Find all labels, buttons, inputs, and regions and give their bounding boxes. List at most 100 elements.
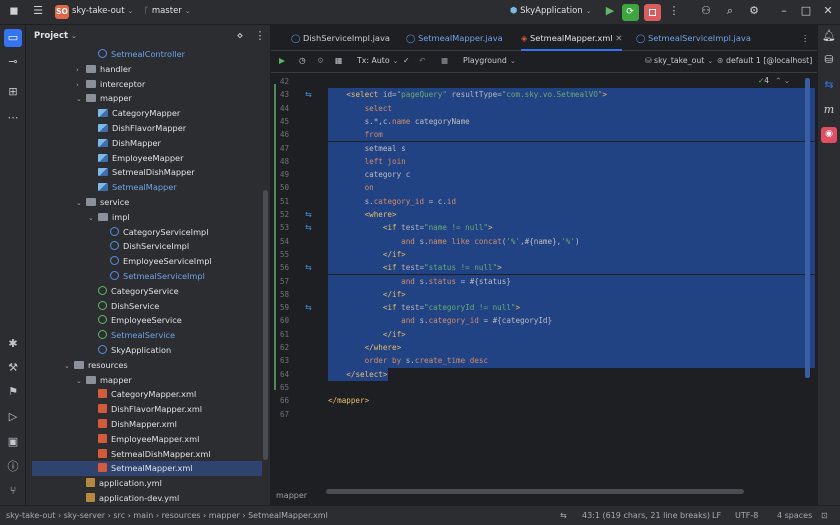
mybatis-gutter-icon[interactable]: ⇆ — [305, 263, 312, 272]
datasource-selector[interactable]: ⛁ sky_take_out ⌄ — [645, 56, 713, 65]
tree-file[interactable]: SetmealMapper — [32, 180, 262, 195]
minimize-icon[interactable]: – — [776, 4, 792, 20]
tree-folder[interactable]: ⌄ mapper — [32, 373, 262, 388]
add-user-icon[interactable]: ⚇ — [698, 4, 714, 20]
tree-file[interactable]: DishServiceImpl — [32, 239, 262, 254]
editor-tab[interactable]: ◯ DishServiceImpl.java — [291, 25, 390, 51]
mybatis-gutter-icon[interactable]: ⇆ — [305, 210, 312, 219]
path-segment[interactable]: sky-take-out — [6, 511, 55, 520]
expand-arrow-icon[interactable]: ⌄ — [88, 211, 98, 226]
editor-scrollbar[interactable] — [805, 78, 810, 378]
tree-file[interactable]: SetmealDishMapper.xml — [32, 447, 262, 462]
commit-icon[interactable]: ✓ — [403, 56, 410, 65]
tree-scrollbar[interactable] — [263, 190, 268, 460]
git-tool-icon[interactable]: ⑂ — [4, 482, 22, 500]
expand-arrow-icon[interactable]: ⌄ — [64, 359, 74, 374]
run-config-selector[interactable]: ⬢ SkyApplication ⌄ — [510, 6, 592, 16]
lock-icon[interactable]: ⊡ — [821, 511, 828, 520]
tree-file[interactable]: DishFlavorMapper.xml — [32, 402, 262, 417]
terminal-tool-icon[interactable]: ▣ — [4, 433, 22, 451]
expand-arrow-icon[interactable]: ⌄ — [76, 196, 86, 211]
tree-folder[interactable]: › interceptor — [32, 77, 262, 92]
problems-tool-icon[interactable]: ⓘ — [4, 458, 22, 476]
indent-setting[interactable]: 4 spaces — [777, 511, 812, 520]
more-actions-icon[interactable]: ⋮ — [666, 4, 682, 20]
code-area[interactable]: <select id="pageQuery" resultType="com.s… — [328, 73, 817, 493]
expand-arrow-icon[interactable]: › — [76, 63, 86, 78]
search-icon[interactable]: ⌕ — [722, 4, 738, 20]
tree-file[interactable]: DishFlavorMapper — [32, 121, 262, 136]
run-icon[interactable]: ▶ — [602, 4, 618, 20]
structure-tool-icon[interactable]: ⊞ — [4, 83, 22, 101]
tree-file[interactable]: EmployeeServiceImpl — [32, 254, 262, 269]
caret-position[interactable]: 43:1 (619 chars, 21 line breaks) — [582, 511, 710, 520]
expand-arrow-icon[interactable]: ⌄ — [76, 92, 86, 107]
tree-file[interactable]: application-dev.yml — [32, 491, 262, 506]
tree-file[interactable]: SetmealServiceImpl — [32, 269, 262, 284]
path-segment[interactable]: resources — [162, 511, 201, 520]
line-separator[interactable]: LF — [712, 511, 721, 520]
tree-file[interactable]: CategoryMapper — [32, 106, 262, 121]
settings-gear-icon[interactable]: ⚙ — [746, 4, 762, 20]
path-segment[interactable]: mapper — [209, 511, 240, 520]
mybatis-gutter-icon[interactable]: ⇆ — [305, 223, 312, 232]
project-panel-title[interactable]: Project ⌄ — [34, 31, 77, 41]
stop-query-icon[interactable]: ■ — [441, 56, 448, 65]
horizontal-scrollbar[interactable] — [326, 489, 744, 494]
editor-breadcrumb[interactable]: mapper — [276, 491, 307, 500]
branch-switcher[interactable]: ᚴ master ⌄ — [144, 6, 191, 16]
more-tools-icon[interactable]: ⋯ — [4, 109, 22, 127]
tree-file[interactable]: DishService — [32, 299, 262, 314]
close-tab-icon[interactable]: ✕ — [613, 33, 622, 43]
file-encoding[interactable]: UTF-8 — [735, 511, 758, 520]
tree-folder[interactable]: ⌄ impl — [32, 210, 262, 225]
expand-arrow-icon[interactable]: ⌄ — [76, 374, 86, 389]
notifications-icon[interactable]: 🔔︎ — [821, 29, 837, 45]
execute-icon[interactable]: ▶ — [279, 56, 285, 65]
maximize-icon[interactable]: □ — [798, 4, 814, 20]
maven-icon[interactable]: m — [821, 103, 837, 119]
tree-file[interactable]: DishMapper — [32, 136, 262, 151]
plugin-icon[interactable]: ◉ — [821, 127, 837, 143]
path-segment[interactable]: main — [133, 511, 153, 520]
playground-selector[interactable]: Playground ⌄ — [463, 56, 516, 65]
table-icon[interactable]: ▦ — [335, 56, 342, 65]
tree-file[interactable]: CategoryService — [32, 284, 262, 299]
path-segment[interactable]: sky-server — [64, 511, 105, 520]
tree-file[interactable]: CategoryServiceImpl — [32, 225, 262, 240]
tree-file[interactable]: EmployeeMapper.xml — [32, 432, 262, 447]
project-badge[interactable]: SO — [55, 5, 69, 19]
settings-icon[interactable]: ⚙ — [317, 56, 324, 65]
panel-options-icon[interactable]: ⋮ — [252, 29, 268, 45]
close-icon[interactable]: ✕ — [820, 4, 836, 20]
tree-file[interactable]: SetmealDishMapper — [32, 165, 262, 180]
tree-folder[interactable]: › handler — [32, 62, 262, 77]
tree-file[interactable]: SetmealMapper.xml — [32, 461, 262, 477]
tree-file[interactable]: EmployeeService — [32, 313, 262, 328]
app-logo-icon[interactable]: ◼ — [6, 4, 22, 20]
tree-file[interactable]: SkyApplication — [32, 343, 262, 358]
tree-folder[interactable]: ⌄ service — [32, 195, 262, 210]
mybatis-gutter-icon[interactable]: ⇆ — [305, 90, 312, 99]
project-switcher[interactable]: sky-take-out ⌄ — [72, 6, 133, 16]
tx-mode-selector[interactable]: Tx: Auto ⌄ — [357, 56, 398, 65]
debug-tool-icon[interactable]: ✱ — [4, 335, 22, 353]
schema-selector[interactable]: ⊛ default 1 [@localhost]⌄ — [717, 56, 821, 65]
tree-file[interactable]: DishMapper.xml — [32, 417, 262, 432]
services-tool-icon[interactable]: ⚑ — [4, 383, 22, 401]
git-status-icon[interactable]: ⇆ — [560, 511, 567, 520]
tree-file[interactable]: SetmealController — [32, 47, 262, 62]
tree-folder[interactable]: ⌄ mapper — [32, 91, 262, 106]
tree-file[interactable]: SetmealService — [32, 328, 262, 343]
history-icon[interactable]: ◷ — [299, 56, 306, 65]
tree-file[interactable]: application.yml — [32, 476, 262, 491]
build-tool-icon[interactable]: ⚒ — [4, 359, 22, 377]
editor-tab[interactable]: ◯ SetmealServiceImpl.java — [636, 25, 751, 51]
mybatis-gutter-icon[interactable]: ⇆ — [305, 303, 312, 312]
tabs-more-icon[interactable]: ⋮ — [801, 25, 809, 51]
run-tool-icon[interactable]: ▷ — [4, 408, 22, 426]
main-menu-icon[interactable]: ☰ — [30, 4, 46, 20]
database-icon[interactable]: ⛁ — [821, 53, 837, 69]
stop-button[interactable] — [644, 4, 661, 21]
expand-arrow-icon[interactable]: › — [76, 78, 86, 93]
